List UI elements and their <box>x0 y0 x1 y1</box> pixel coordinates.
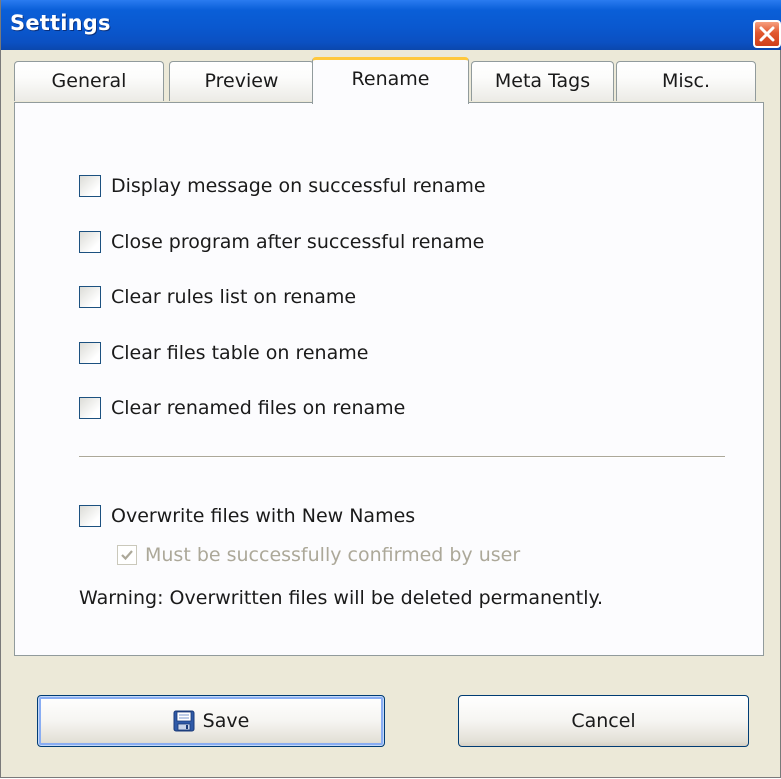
option-clear-files-table[interactable]: Clear files table on rename <box>79 340 368 366</box>
settings-window: Settings General Preview Rename Meta Tag… <box>0 0 781 778</box>
tab-misc[interactable]: Misc. <box>616 61 756 101</box>
tab-preview[interactable]: Preview <box>169 61 314 101</box>
option-label: Clear files table on rename <box>111 342 369 364</box>
cancel-button[interactable]: Cancel <box>458 695 749 747</box>
option-label: Clear rules list on rename <box>111 286 357 308</box>
option-label: Display message on successful rename <box>111 175 486 197</box>
checkbox[interactable] <box>79 231 101 253</box>
floppy-disk-icon <box>173 710 195 732</box>
cancel-button-label: Cancel <box>571 710 636 732</box>
option-overwrite-files[interactable]: Overwrite files with New Names <box>79 503 415 529</box>
close-button[interactable] <box>753 20 781 48</box>
save-button-label: Save <box>202 710 250 732</box>
checkbox[interactable] <box>79 342 101 364</box>
option-clear-renamed-files[interactable]: Clear renamed files on rename <box>79 395 405 421</box>
checkbox-disabled <box>117 545 137 565</box>
checkbox[interactable] <box>79 175 101 197</box>
title-bar[interactable]: Settings <box>1 0 781 50</box>
checkbox[interactable] <box>79 397 101 419</box>
checkbox[interactable] <box>79 286 101 308</box>
option-label: Clear renamed files on rename <box>111 397 406 419</box>
checkmark-icon <box>121 550 133 561</box>
option-clear-rules[interactable]: Clear rules list on rename <box>79 284 356 310</box>
save-button[interactable]: Save <box>37 695 385 747</box>
checkbox[interactable] <box>79 505 101 527</box>
close-x-icon <box>759 26 775 42</box>
window-title: Settings <box>10 11 111 35</box>
option-label: Must be successfully confirmed by user <box>145 544 521 566</box>
option-label: Overwrite files with New Names <box>111 505 416 527</box>
option-close-program[interactable]: Close program after successful rename <box>79 229 484 255</box>
option-display-message[interactable]: Display message on successful rename <box>79 173 486 199</box>
tab-rename[interactable]: Rename <box>312 57 469 104</box>
option-must-confirm: Must be successfully confirmed by user <box>117 542 520 568</box>
tab-strip: General Preview Rename Meta Tags Misc. <box>14 57 764 104</box>
option-label: Close program after successful rename <box>111 231 485 253</box>
separator <box>79 456 725 458</box>
tab-meta-tags[interactable]: Meta Tags <box>471 61 614 101</box>
rename-tab-panel: Display message on successful rename Clo… <box>14 102 764 656</box>
warning-text: Warning: Overwritten files will be delet… <box>79 587 604 609</box>
tab-general[interactable]: General <box>14 61 164 101</box>
